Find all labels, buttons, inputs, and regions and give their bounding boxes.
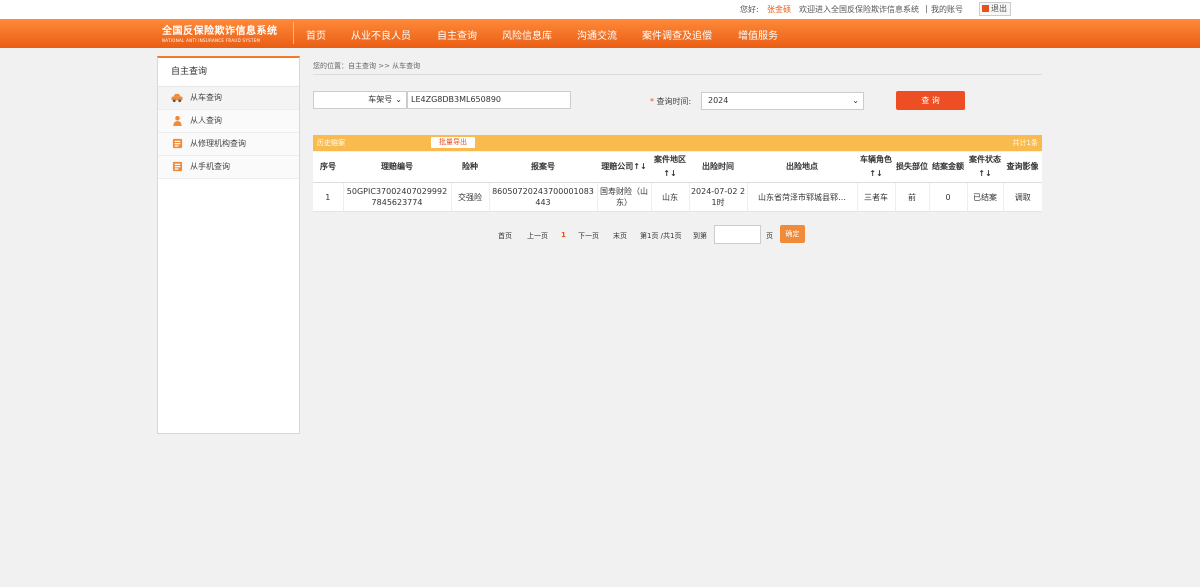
cell-index: 1 <box>313 182 344 212</box>
sidebar-title: 自主查询 <box>158 58 299 87</box>
table-row: 1 50GPIC370024070299927845623774 交强险 860… <box>313 182 1042 212</box>
batch-export-button[interactable]: 批量导出 <box>431 137 475 148</box>
nav-value-added[interactable]: 增值服务 <box>738 27 778 42</box>
cell-region: 山东 <box>651 182 690 212</box>
table-header-row: 序号 理赔编号 险种 报案号 理赔公司↑↓ 案件地区↑↓ 出险时间 出险地点 车… <box>313 152 1042 183</box>
col-header-vehicle-role[interactable]: 车辆角色↑↓ <box>857 152 895 183</box>
nav-risk-database[interactable]: 风险信息库 <box>502 27 552 42</box>
col-header-damage-part: 损失部位 <box>895 152 929 183</box>
separator: | <box>925 4 928 13</box>
greeting-label: 您好: <box>740 5 759 14</box>
prev-page-link[interactable]: 上一页 <box>527 231 548 241</box>
page-info: 第1页 /共1页 <box>640 232 682 240</box>
col-header-report-no: 报案号 <box>489 152 597 183</box>
cell-insurance-type: 交强险 <box>451 182 490 212</box>
required-mark: * <box>650 97 654 106</box>
person-icon <box>173 115 182 126</box>
last-page-link[interactable]: 末页 <box>613 231 627 241</box>
nav-communication[interactable]: 沟通交流 <box>577 27 617 42</box>
nav-bad-practitioners[interactable]: 从业不良人员 <box>351 27 411 42</box>
col-header-case-status[interactable]: 案件状态↑↓ <box>967 152 1003 183</box>
top-bar: 您好: 张金硕 欢迎进入全国反保险欺诈信息系统 | 我的账号 退出 <box>0 0 1200 19</box>
search-type-select[interactable]: 车架号 <box>313 91 407 109</box>
col-header-accident-place: 出险地点 <box>747 152 857 183</box>
first-page-link[interactable]: 首页 <box>498 231 512 241</box>
cell-case-status: 已结案 <box>967 182 1004 212</box>
total-count: 共计1条 <box>1012 139 1038 147</box>
col-header-index: 序号 <box>313 152 343 183</box>
user-name-link[interactable]: 张金硕 <box>767 4 791 15</box>
history-claims-label: 历史赔案 <box>317 139 345 147</box>
nav-case-investigation[interactable]: 案件调查及追偿 <box>642 27 712 42</box>
goto-confirm-button[interactable]: 确定 <box>780 225 805 243</box>
year-select[interactable]: 2024 ⌄ <box>701 92 864 110</box>
col-header-accident-time: 出险时间 <box>689 152 747 183</box>
nav-home[interactable]: 首页 <box>306 27 326 42</box>
sidebar-item-label: 从人查询 <box>190 116 222 125</box>
logout-icon <box>982 5 989 12</box>
history-claims-bar: 历史赔案 批量导出 共计1条 <box>313 135 1042 151</box>
cell-company: 国寿财险（山东） <box>597 182 652 212</box>
phone-icon <box>172 161 183 172</box>
retrieve-image-link[interactable]: 调取 <box>1003 182 1042 212</box>
cell-accident-time: 2024-07-02 21时 <box>689 182 748 212</box>
nav-self-query[interactable]: 自主查询 <box>437 27 477 42</box>
cell-report-no: 86050720243700001083443 <box>489 182 598 212</box>
next-page-link[interactable]: 下一页 <box>578 231 599 241</box>
goto-label: 到第 <box>693 232 707 240</box>
col-header-query-image: 查询影像 <box>1003 152 1042 183</box>
col-header-region[interactable]: 案件地区↑↓ <box>651 152 689 183</box>
sidebar: 自主查询 从车查询 从人查询 从修理机构查询 从手机查询 <box>157 56 300 434</box>
cell-accident-place: 山东省菏泽市郓城县郓… <box>747 182 858 212</box>
current-page-number[interactable]: 1 <box>561 231 566 239</box>
sidebar-item-person-query[interactable]: 从人查询 <box>158 110 299 133</box>
my-account-link[interactable]: 我的账号 <box>931 4 963 15</box>
cell-damage-part: 前 <box>895 182 930 212</box>
sidebar-item-label: 从修理机构查询 <box>190 139 246 148</box>
col-header-claim-no: 理赔编号 <box>343 152 451 183</box>
query-button[interactable]: 查 询 <box>896 91 965 110</box>
sidebar-item-label: 从车查询 <box>190 93 222 102</box>
query-time-label: * 查询时间: <box>650 96 691 107</box>
sidebar-item-car-query[interactable]: 从车查询 <box>158 87 299 110</box>
cell-settled-amount: 0 <box>929 182 968 212</box>
sidebar-item-label: 从手机查询 <box>190 162 230 171</box>
logo-subtitle: NATIONAL ANTI INSURANCE FRAUD SYSTEM <box>162 38 261 43</box>
vin-input[interactable]: LE4ZG8DB3ML650890 <box>407 91 571 109</box>
logo-title: 全国反保险欺诈信息系统 <box>162 26 278 37</box>
col-header-company[interactable]: 理赔公司↑↓ <box>597 152 651 183</box>
page-number-input[interactable] <box>714 225 761 244</box>
welcome-text: 欢迎进入全国反保险欺诈信息系统 <box>799 5 919 14</box>
query-time-text: 查询时间: <box>656 97 692 106</box>
sidebar-item-phone-query[interactable]: 从手机查询 <box>158 156 299 179</box>
logout-label: 退出 <box>991 4 1007 13</box>
page-unit-label: 页 <box>766 232 773 240</box>
claims-table: 序号 理赔编号 险种 报案号 理赔公司↑↓ 案件地区↑↓ 出险时间 出险地点 车… <box>313 152 1042 212</box>
cell-vehicle-role: 三者车 <box>857 182 896 212</box>
system-logo[interactable]: 全国反保险欺诈信息系统 NATIONAL ANTI INSURANCE FRAU… <box>162 22 288 46</box>
col-header-settled-amount: 结案金额 <box>929 152 967 183</box>
car-icon <box>171 93 183 103</box>
cell-claim-no: 50GPIC370024070299927845623774 <box>343 182 452 212</box>
breadcrumb: 您的位置：自主查询 >> 从车查询 <box>313 62 421 70</box>
chevron-down-icon: ⌄ <box>852 96 859 105</box>
logout-button[interactable]: 退出 <box>979 2 1011 16</box>
sidebar-item-repair-query[interactable]: 从修理机构查询 <box>158 133 299 156</box>
year-value: 2024 <box>708 96 729 105</box>
logo-divider <box>293 22 294 44</box>
col-header-insurance-type: 险种 <box>451 152 489 183</box>
repair-shop-icon <box>172 138 183 149</box>
breadcrumb-divider <box>313 74 1042 75</box>
